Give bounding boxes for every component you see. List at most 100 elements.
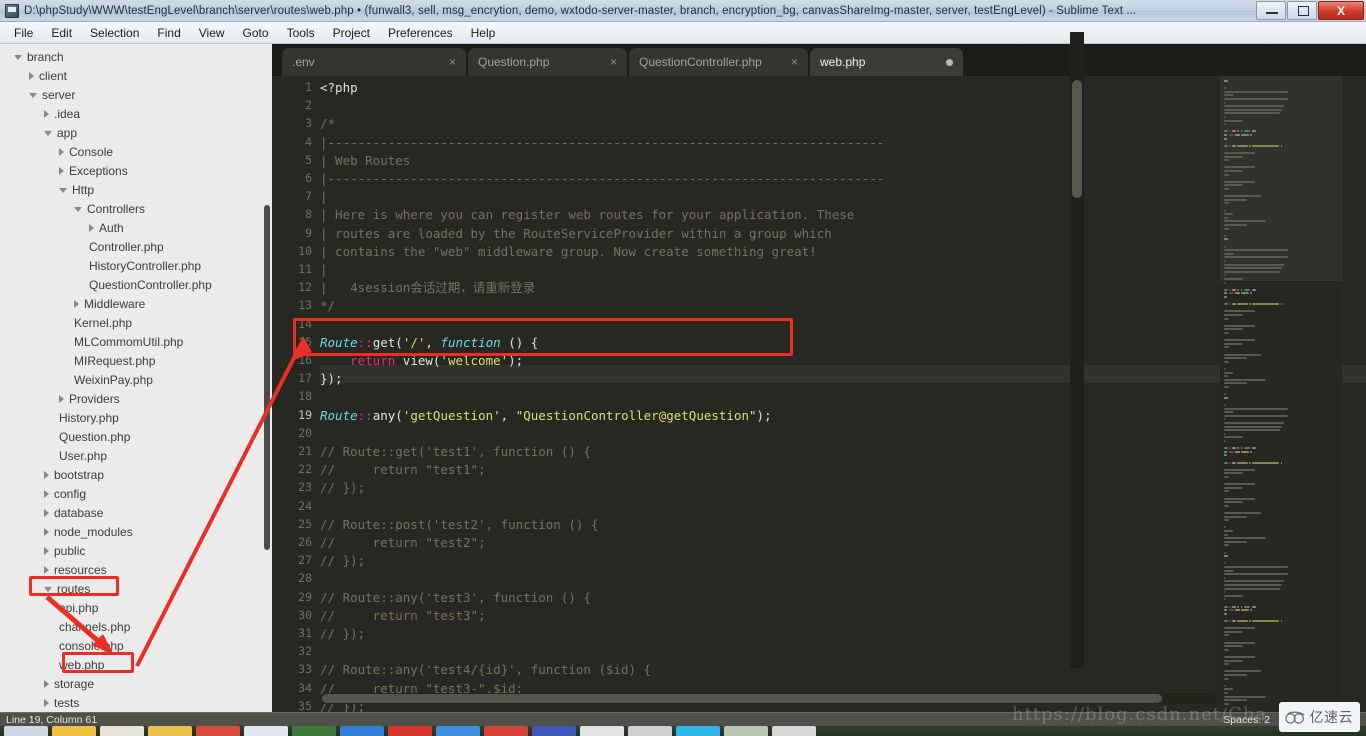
tree-folder-middleware[interactable]: Middleware bbox=[0, 294, 272, 313]
tree-folder-providers[interactable]: Providers bbox=[0, 389, 272, 408]
indentation-status[interactable]: Spaces: 2 bbox=[1223, 714, 1270, 726]
editor-tab-web-php[interactable]: web.php bbox=[810, 48, 963, 76]
menu-item-edit[interactable]: Edit bbox=[42, 24, 81, 42]
taskbar-app-button[interactable] bbox=[388, 726, 432, 736]
tree-folder-resources[interactable]: resources bbox=[0, 560, 272, 579]
tree-folder-storage[interactable]: storage bbox=[0, 674, 272, 693]
chevron-down-icon[interactable] bbox=[44, 131, 52, 136]
tree-file-history-php[interactable]: History.php bbox=[0, 408, 272, 427]
chevron-right-icon[interactable] bbox=[59, 166, 64, 175]
chevron-right-icon[interactable] bbox=[44, 470, 49, 479]
chevron-right-icon[interactable] bbox=[44, 698, 49, 707]
chevron-right-icon[interactable] bbox=[44, 489, 49, 498]
taskbar-app-button[interactable] bbox=[676, 726, 720, 736]
chevron-down-icon[interactable] bbox=[29, 93, 37, 98]
tree-folder-config[interactable]: config bbox=[0, 484, 272, 503]
chevron-down-icon[interactable] bbox=[74, 207, 82, 212]
close-button[interactable]: X bbox=[1318, 1, 1364, 20]
close-tab-icon[interactable]: × bbox=[791, 56, 798, 68]
chevron-down-icon[interactable] bbox=[14, 55, 22, 60]
taskbar-app-button[interactable] bbox=[484, 726, 528, 736]
tree-folder-server[interactable]: server bbox=[0, 85, 272, 104]
chevron-down-icon[interactable] bbox=[59, 188, 67, 193]
chevron-right-icon[interactable] bbox=[44, 527, 49, 536]
tree-folder-exceptions[interactable]: Exceptions bbox=[0, 161, 272, 180]
chevron-right-icon[interactable] bbox=[74, 299, 79, 308]
maximize-button[interactable] bbox=[1287, 1, 1317, 20]
tree-file-mlcommomutil-php[interactable]: MLCommomUtil.php bbox=[0, 332, 272, 351]
editor-tab-questioncontroller-php[interactable]: QuestionController.php × bbox=[629, 48, 808, 76]
tree-folder-app[interactable]: app bbox=[0, 123, 272, 142]
taskbar-app-button[interactable] bbox=[4, 726, 48, 736]
minimap[interactable] bbox=[1220, 76, 1342, 712]
sidebar-scrollbar-thumb[interactable] bbox=[264, 205, 270, 550]
tree-folder-tests[interactable]: tests bbox=[0, 693, 272, 712]
taskbar-app-button[interactable] bbox=[244, 726, 288, 736]
tree-file-mirequest-php[interactable]: MIRequest.php bbox=[0, 351, 272, 370]
tree-file-console-php[interactable]: console.php bbox=[0, 636, 272, 655]
taskbar-app-button[interactable] bbox=[628, 726, 672, 736]
menu-item-view[interactable]: View bbox=[190, 24, 234, 42]
menu-item-goto[interactable]: Goto bbox=[234, 24, 278, 42]
tree-folder-http[interactable]: Http bbox=[0, 180, 272, 199]
minimize-button[interactable] bbox=[1256, 1, 1286, 20]
chevron-right-icon[interactable] bbox=[44, 546, 49, 555]
chevron-down-icon[interactable] bbox=[44, 587, 52, 592]
chevron-right-icon[interactable] bbox=[44, 679, 49, 688]
minimap-line bbox=[1252, 461, 1280, 464]
tree-file-questioncontroller-php[interactable]: QuestionController.php bbox=[0, 275, 272, 294]
tree-file-controller-php[interactable]: Controller.php bbox=[0, 237, 272, 256]
chevron-right-icon[interactable] bbox=[44, 565, 49, 574]
tree-folder-public[interactable]: public bbox=[0, 541, 272, 560]
close-tab-icon[interactable]: × bbox=[610, 56, 617, 68]
taskbar-app-button[interactable] bbox=[532, 726, 576, 736]
menu-item-file[interactable]: File bbox=[5, 24, 42, 42]
editor-tab--env[interactable]: .env × bbox=[282, 48, 466, 76]
tree-file-historycontroller-php[interactable]: HistoryController.php bbox=[0, 256, 272, 275]
taskbar-app-button[interactable] bbox=[148, 726, 192, 736]
tree-folder-client[interactable]: client bbox=[0, 66, 272, 85]
taskbar-app-button[interactable] bbox=[292, 726, 336, 736]
taskbar-app-button[interactable] bbox=[52, 726, 96, 736]
tree-folder-bootstrap[interactable]: bootstrap bbox=[0, 465, 272, 484]
chevron-right-icon[interactable] bbox=[59, 147, 64, 156]
tree-file-kernel-php[interactable]: Kernel.php bbox=[0, 313, 272, 332]
menu-item-help[interactable]: Help bbox=[462, 24, 505, 42]
menu-item-tools[interactable]: Tools bbox=[278, 24, 324, 42]
horizontal-scroll-thumb[interactable] bbox=[322, 694, 1162, 703]
code-text-area[interactable]: <?php /* |--------------------------------… bbox=[320, 76, 1220, 712]
taskbar-app-button[interactable] bbox=[724, 726, 768, 736]
tree-folder-database[interactable]: database bbox=[0, 503, 272, 522]
chevron-right-icon[interactable] bbox=[44, 109, 49, 118]
tree-folder-node_modules[interactable]: node_modules bbox=[0, 522, 272, 541]
taskbar-app-button[interactable] bbox=[772, 726, 816, 736]
chevron-right-icon[interactable] bbox=[29, 71, 34, 80]
taskbar-app-button[interactable] bbox=[340, 726, 384, 736]
tree-file-weixinpay-php[interactable]: WeixinPay.php bbox=[0, 370, 272, 389]
tree-file-api-php[interactable]: api.php bbox=[0, 598, 272, 617]
taskbar-app-button[interactable] bbox=[100, 726, 144, 736]
menu-item-preferences[interactable]: Preferences bbox=[379, 24, 462, 42]
tree-file-channels-php[interactable]: channels.php bbox=[0, 617, 272, 636]
chevron-right-icon[interactable] bbox=[44, 508, 49, 517]
menu-item-find[interactable]: Find bbox=[148, 24, 189, 42]
taskbar-app-button[interactable] bbox=[580, 726, 624, 736]
menu-item-selection[interactable]: Selection bbox=[81, 24, 148, 42]
tree-file-web-php[interactable]: web.php bbox=[0, 655, 272, 674]
tree-folder-controllers[interactable]: Controllers bbox=[0, 199, 272, 218]
taskbar-app-button[interactable] bbox=[196, 726, 240, 736]
tree-file-user-php[interactable]: User.php bbox=[0, 446, 272, 465]
tree-folder-console[interactable]: Console bbox=[0, 142, 272, 161]
tree-file-question-php[interactable]: Question.php bbox=[0, 427, 272, 446]
tree-folder-auth[interactable]: Auth bbox=[0, 218, 272, 237]
menu-item-project[interactable]: Project bbox=[324, 24, 379, 42]
taskbar-app-button[interactable] bbox=[436, 726, 480, 736]
close-tab-icon[interactable]: × bbox=[449, 56, 456, 68]
editor-tab-question-php[interactable]: Question.php × bbox=[468, 48, 627, 76]
tree-folder-branch[interactable]: branch bbox=[0, 47, 272, 66]
chevron-right-icon[interactable] bbox=[59, 394, 64, 403]
tree-folder--idea[interactable]: .idea bbox=[0, 104, 272, 123]
chevron-right-icon[interactable] bbox=[89, 223, 94, 232]
tree-folder-routes[interactable]: routes bbox=[0, 579, 272, 598]
vertical-scroll-thumb[interactable] bbox=[1072, 80, 1082, 198]
